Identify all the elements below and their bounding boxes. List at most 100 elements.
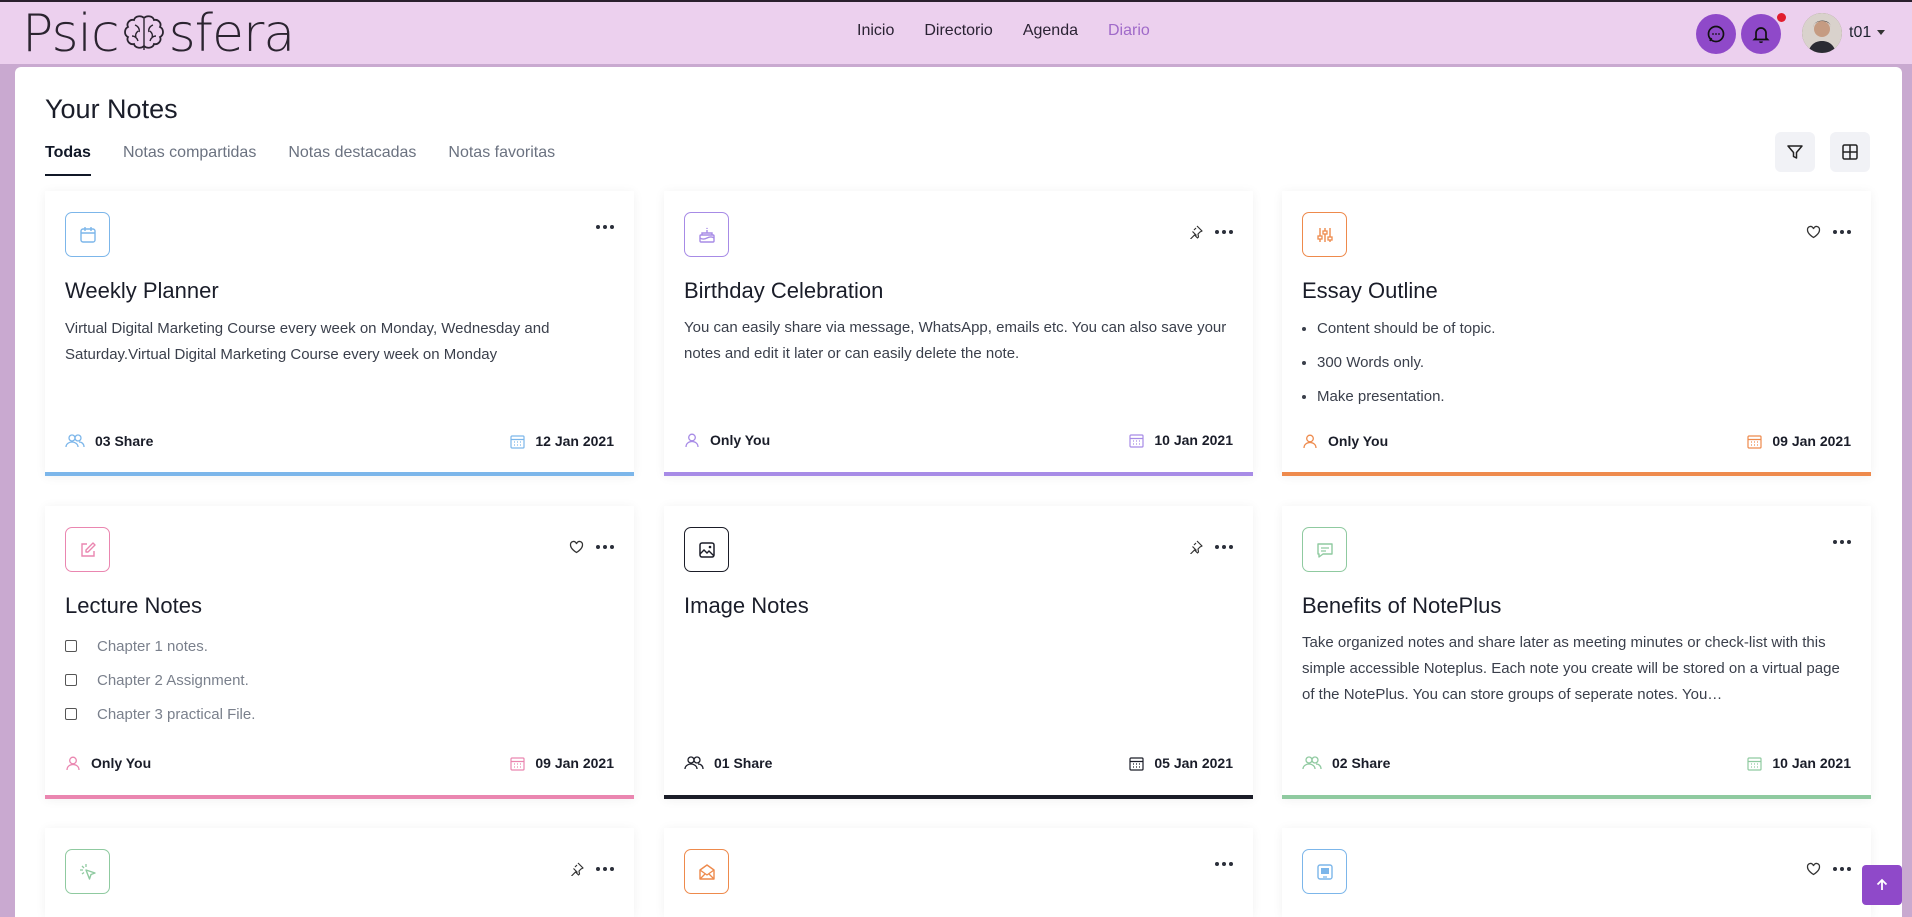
more-options-icon[interactable] (1833, 230, 1851, 234)
more-options-icon[interactable] (596, 545, 614, 549)
note-date: 05 Jan 2021 (1129, 755, 1233, 771)
more-options-icon[interactable] (1215, 862, 1233, 866)
more-options-icon[interactable] (596, 225, 614, 229)
note-share-info: Only You (684, 432, 770, 448)
note-checklist: Chapter 1 notes. Chapter 2 Assignment. C… (65, 629, 255, 731)
checklist-item: Chapter 1 notes. (65, 629, 255, 663)
scroll-to-top-button[interactable] (1862, 865, 1902, 905)
calendar-small-icon (510, 434, 525, 449)
calendar-small-icon (1129, 756, 1144, 771)
calendar-small-icon (1129, 433, 1144, 448)
user-menu[interactable]: t01 (1849, 24, 1871, 42)
tab-notas-favoritas[interactable]: Notas favoritas (448, 144, 555, 162)
note-date: 10 Jan 2021 (1129, 432, 1233, 448)
pin-icon[interactable] (1189, 225, 1203, 239)
note-card[interactable] (1282, 828, 1871, 917)
note-date: 09 Jan 2021 (510, 755, 614, 771)
avatar[interactable] (1802, 13, 1842, 53)
note-card-weekly-planner[interactable]: Weekly Planner Virtual Digital Marketing… (45, 191, 634, 476)
list-item: Make presentation. (1317, 384, 1495, 418)
filter-icon (1787, 145, 1803, 159)
note-description: Take organized notes and share later as … (1302, 634, 1840, 703)
note-share-info: 02 Share (1302, 755, 1390, 771)
note-title: Essay Outline (1302, 278, 1438, 303)
tab-notas-destacadas[interactable]: Notas destacadas (288, 144, 416, 162)
more-options-icon[interactable] (1833, 540, 1851, 544)
checkbox[interactable] (65, 674, 77, 686)
note-share-info: Only You (65, 755, 151, 771)
note-title: Weekly Planner (65, 278, 219, 303)
note-share-info: 03 Share (65, 433, 153, 449)
brain-icon (123, 15, 164, 50)
nav-diario[interactable]: Diario (1108, 22, 1150, 40)
user-icon (685, 433, 699, 447)
list-item: Content should be of topic. (1317, 316, 1495, 350)
note-color-bar (45, 795, 634, 799)
arrow-up-icon (1876, 878, 1888, 890)
note-card-lecture-notes[interactable]: Lecture Notes Chapter 1 notes. Chapter 2… (45, 506, 634, 799)
top-navbar: Psic sfera Inicio Directorio Agenda Diar… (0, 0, 1912, 64)
note-date: 10 Jan 2021 (1747, 755, 1851, 771)
heart-icon[interactable] (1806, 862, 1821, 876)
nav-agenda[interactable]: Agenda (1023, 22, 1078, 40)
notification-dot (1777, 13, 1786, 22)
checkbox[interactable] (65, 708, 77, 720)
note-title: Benefits of NotePlus (1302, 593, 1502, 618)
filter-button[interactable] (1775, 132, 1815, 172)
tab-notas-compartidas[interactable]: Notas compartidas (123, 144, 256, 162)
pin-icon[interactable] (1189, 540, 1203, 554)
note-card[interactable] (45, 828, 634, 917)
tab-todas[interactable]: Todas (45, 144, 91, 176)
edit-icon (65, 527, 110, 572)
more-options-icon[interactable] (1833, 867, 1851, 871)
notes-tabs: Todas Notas compartidas Notas destacadas… (45, 144, 587, 176)
nav-inicio[interactable]: Inicio (857, 22, 894, 40)
calendar-small-icon (1747, 756, 1762, 771)
note-description: Virtual Digital Marketing Course every w… (65, 320, 550, 363)
note-color-bar (664, 795, 1253, 799)
calendar-small-icon (510, 756, 525, 771)
note-date: 09 Jan 2021 (1747, 433, 1851, 449)
note-color-bar (1282, 472, 1871, 476)
users-icon (1302, 756, 1322, 770)
grid-icon (1842, 144, 1858, 160)
checkbox[interactable] (65, 640, 77, 652)
note-card-essay-outline[interactable]: Essay Outline Content should be of topic… (1282, 191, 1871, 476)
heart-icon[interactable] (569, 540, 584, 554)
checklist-item: Chapter 3 practical File. (65, 697, 255, 731)
user-icon (1303, 434, 1317, 448)
sliders-icon (1302, 212, 1347, 257)
app-logo[interactable]: Psic sfera (22, 4, 295, 64)
pin-icon[interactable] (570, 862, 584, 876)
calendar-small-icon (1747, 434, 1762, 449)
user-icon (66, 756, 80, 770)
image-icon (684, 527, 729, 572)
caret-down-icon[interactable] (1877, 30, 1885, 35)
note-card-benefits-of-noteplus[interactable]: Benefits of NotePlus Take organized note… (1282, 506, 1871, 799)
note-color-bar (45, 472, 634, 476)
users-icon (65, 434, 85, 448)
note-card-image-notes[interactable]: Image Notes 01 Share 05 Jan 2021 (664, 506, 1253, 799)
note-share-info: 01 Share (684, 755, 772, 771)
main-nav: Inicio Directorio Agenda Diario (857, 22, 1180, 40)
note-date: 12 Jan 2021 (510, 433, 614, 449)
note-card-birthday-celebration[interactable]: Birthday Celebration You can easily shar… (664, 191, 1253, 476)
note-card[interactable] (664, 828, 1253, 917)
more-options-icon[interactable] (1215, 545, 1233, 549)
more-options-icon[interactable] (596, 867, 614, 871)
heart-icon[interactable] (1806, 225, 1821, 239)
note-description: You can easily share via message, WhatsA… (684, 319, 1227, 362)
bell-icon (1752, 27, 1770, 44)
user-photo-icon (1802, 13, 1842, 53)
pointer-icon (65, 849, 110, 894)
page-title: Your Notes (45, 94, 178, 124)
cake-icon (684, 212, 729, 257)
more-options-icon[interactable] (1215, 230, 1233, 234)
chat-icon (1707, 25, 1725, 43)
messages-button[interactable] (1696, 14, 1736, 54)
notifications-button[interactable] (1741, 14, 1781, 54)
note-bullet-list: Content should be of topic. 300 Words on… (1317, 316, 1495, 418)
mail-open-icon (684, 849, 729, 894)
grid-view-button[interactable] (1830, 132, 1870, 172)
nav-directorio[interactable]: Directorio (924, 22, 992, 40)
